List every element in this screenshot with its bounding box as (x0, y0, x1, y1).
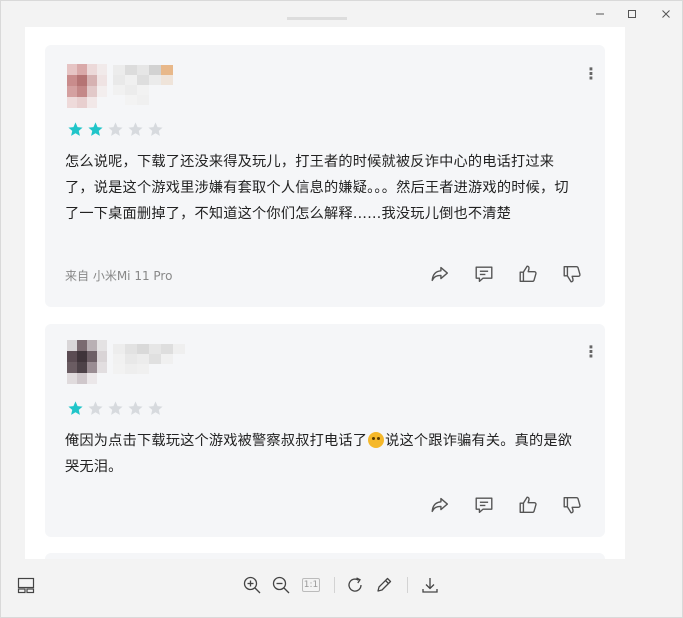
share-button[interactable] (429, 263, 451, 285)
thumbs-up-icon (519, 496, 537, 514)
review-card: ⋮ 俺因为点击下载玩这个游戏被警察叔叔打电话了 说这个跟诈骗有关。真的是欲哭无泪。 (45, 324, 605, 537)
star-rating (67, 121, 164, 139)
rotate-icon (348, 577, 362, 592)
close-button[interactable] (649, 1, 683, 27)
zoom-out-icon (272, 576, 290, 594)
toolbar-divider (334, 577, 335, 593)
avatar (67, 64, 107, 108)
review-text: 怎么说呢，下载了还没来得及玩儿，打王者的时候就被反诈中心的电话打过来了，说是这个… (65, 154, 569, 222)
edit-icon (377, 577, 392, 592)
star-empty-icon (108, 401, 123, 415)
star-empty-icon (88, 401, 103, 415)
thumbs-down-icon (563, 265, 581, 283)
review-actions (429, 494, 605, 516)
review-card: ⋮ 怎么说呢，下载了还没来得及玩儿，打王者的时候就被反诈中心的电话打过来了，说是… (45, 45, 605, 307)
star-filled-icon (68, 122, 83, 136)
comment-button[interactable] (473, 263, 495, 285)
thumbs-down-icon (563, 496, 581, 514)
thumbs-up-icon (519, 265, 537, 283)
share-icon (431, 497, 449, 513)
close-icon (662, 10, 670, 18)
edit-button[interactable] (373, 574, 395, 596)
dislike-button[interactable] (561, 494, 583, 516)
actual-size-icon: 1:1 (302, 578, 320, 592)
download-icon (422, 578, 438, 593)
star-empty-icon (128, 401, 143, 415)
comment-button[interactable] (473, 494, 495, 516)
title-hint (287, 13, 347, 21)
rotate-button[interactable] (344, 574, 366, 596)
star-empty-icon (128, 122, 143, 136)
share-icon (431, 266, 449, 282)
comment-icon (475, 266, 493, 283)
star-empty-icon (148, 401, 163, 415)
viewer-toolbar: 1:1 (1, 559, 682, 615)
zoom-out-button[interactable] (270, 574, 292, 596)
screenshot-image: ⋮ 怎么说呢，下载了还没来得及玩儿，打王者的时候就被反诈中心的电话打过来了，说是… (25, 27, 625, 559)
zoom-in-icon (243, 576, 261, 594)
star-rating (67, 400, 164, 418)
zoom-in-button[interactable] (241, 574, 263, 596)
upside-down-face-icon (368, 432, 385, 448)
star-filled-icon (88, 122, 103, 136)
username-blurred (113, 344, 199, 384)
like-button[interactable] (517, 263, 539, 285)
star-empty-icon (108, 122, 123, 136)
share-button[interactable] (429, 494, 451, 516)
minimize-button[interactable] (583, 1, 617, 27)
maximize-icon (628, 10, 636, 18)
star-filled-icon (68, 401, 83, 415)
image-viewer-window: ⋮ 怎么说呢，下载了还没来得及玩儿，打王者的时候就被反诈中心的电话打过来了，说是… (0, 0, 683, 618)
comment-icon (475, 497, 493, 514)
thumbnail-panel-icon (17, 577, 35, 594)
maximize-button[interactable] (615, 1, 649, 27)
star-empty-icon (148, 122, 163, 136)
thumbnail-panel-button[interactable] (15, 574, 37, 596)
more-options-icon[interactable]: ⋮ (583, 344, 599, 361)
toolbar-divider (407, 577, 408, 593)
device-source: 来自 小米Mi 11 Pro (65, 269, 173, 283)
download-button[interactable] (419, 574, 441, 596)
more-options-icon[interactable]: ⋮ (583, 66, 599, 83)
like-button[interactable] (517, 494, 539, 516)
review-actions (429, 263, 605, 285)
minimize-icon (596, 13, 604, 15)
review-text-part: 俺因为点击下载玩这个游戏被警察叔叔打电话了 (65, 433, 368, 449)
title-bar (1, 1, 682, 27)
actual-size-button[interactable]: 1:1 (300, 574, 322, 596)
review-text: 俺因为点击下载玩这个游戏被警察叔叔打电话了 说这个跟诈骗有关。真的是欲哭无泪。 (65, 428, 579, 480)
username-blurred (113, 65, 199, 105)
dislike-button[interactable] (561, 263, 583, 285)
avatar (67, 340, 107, 384)
